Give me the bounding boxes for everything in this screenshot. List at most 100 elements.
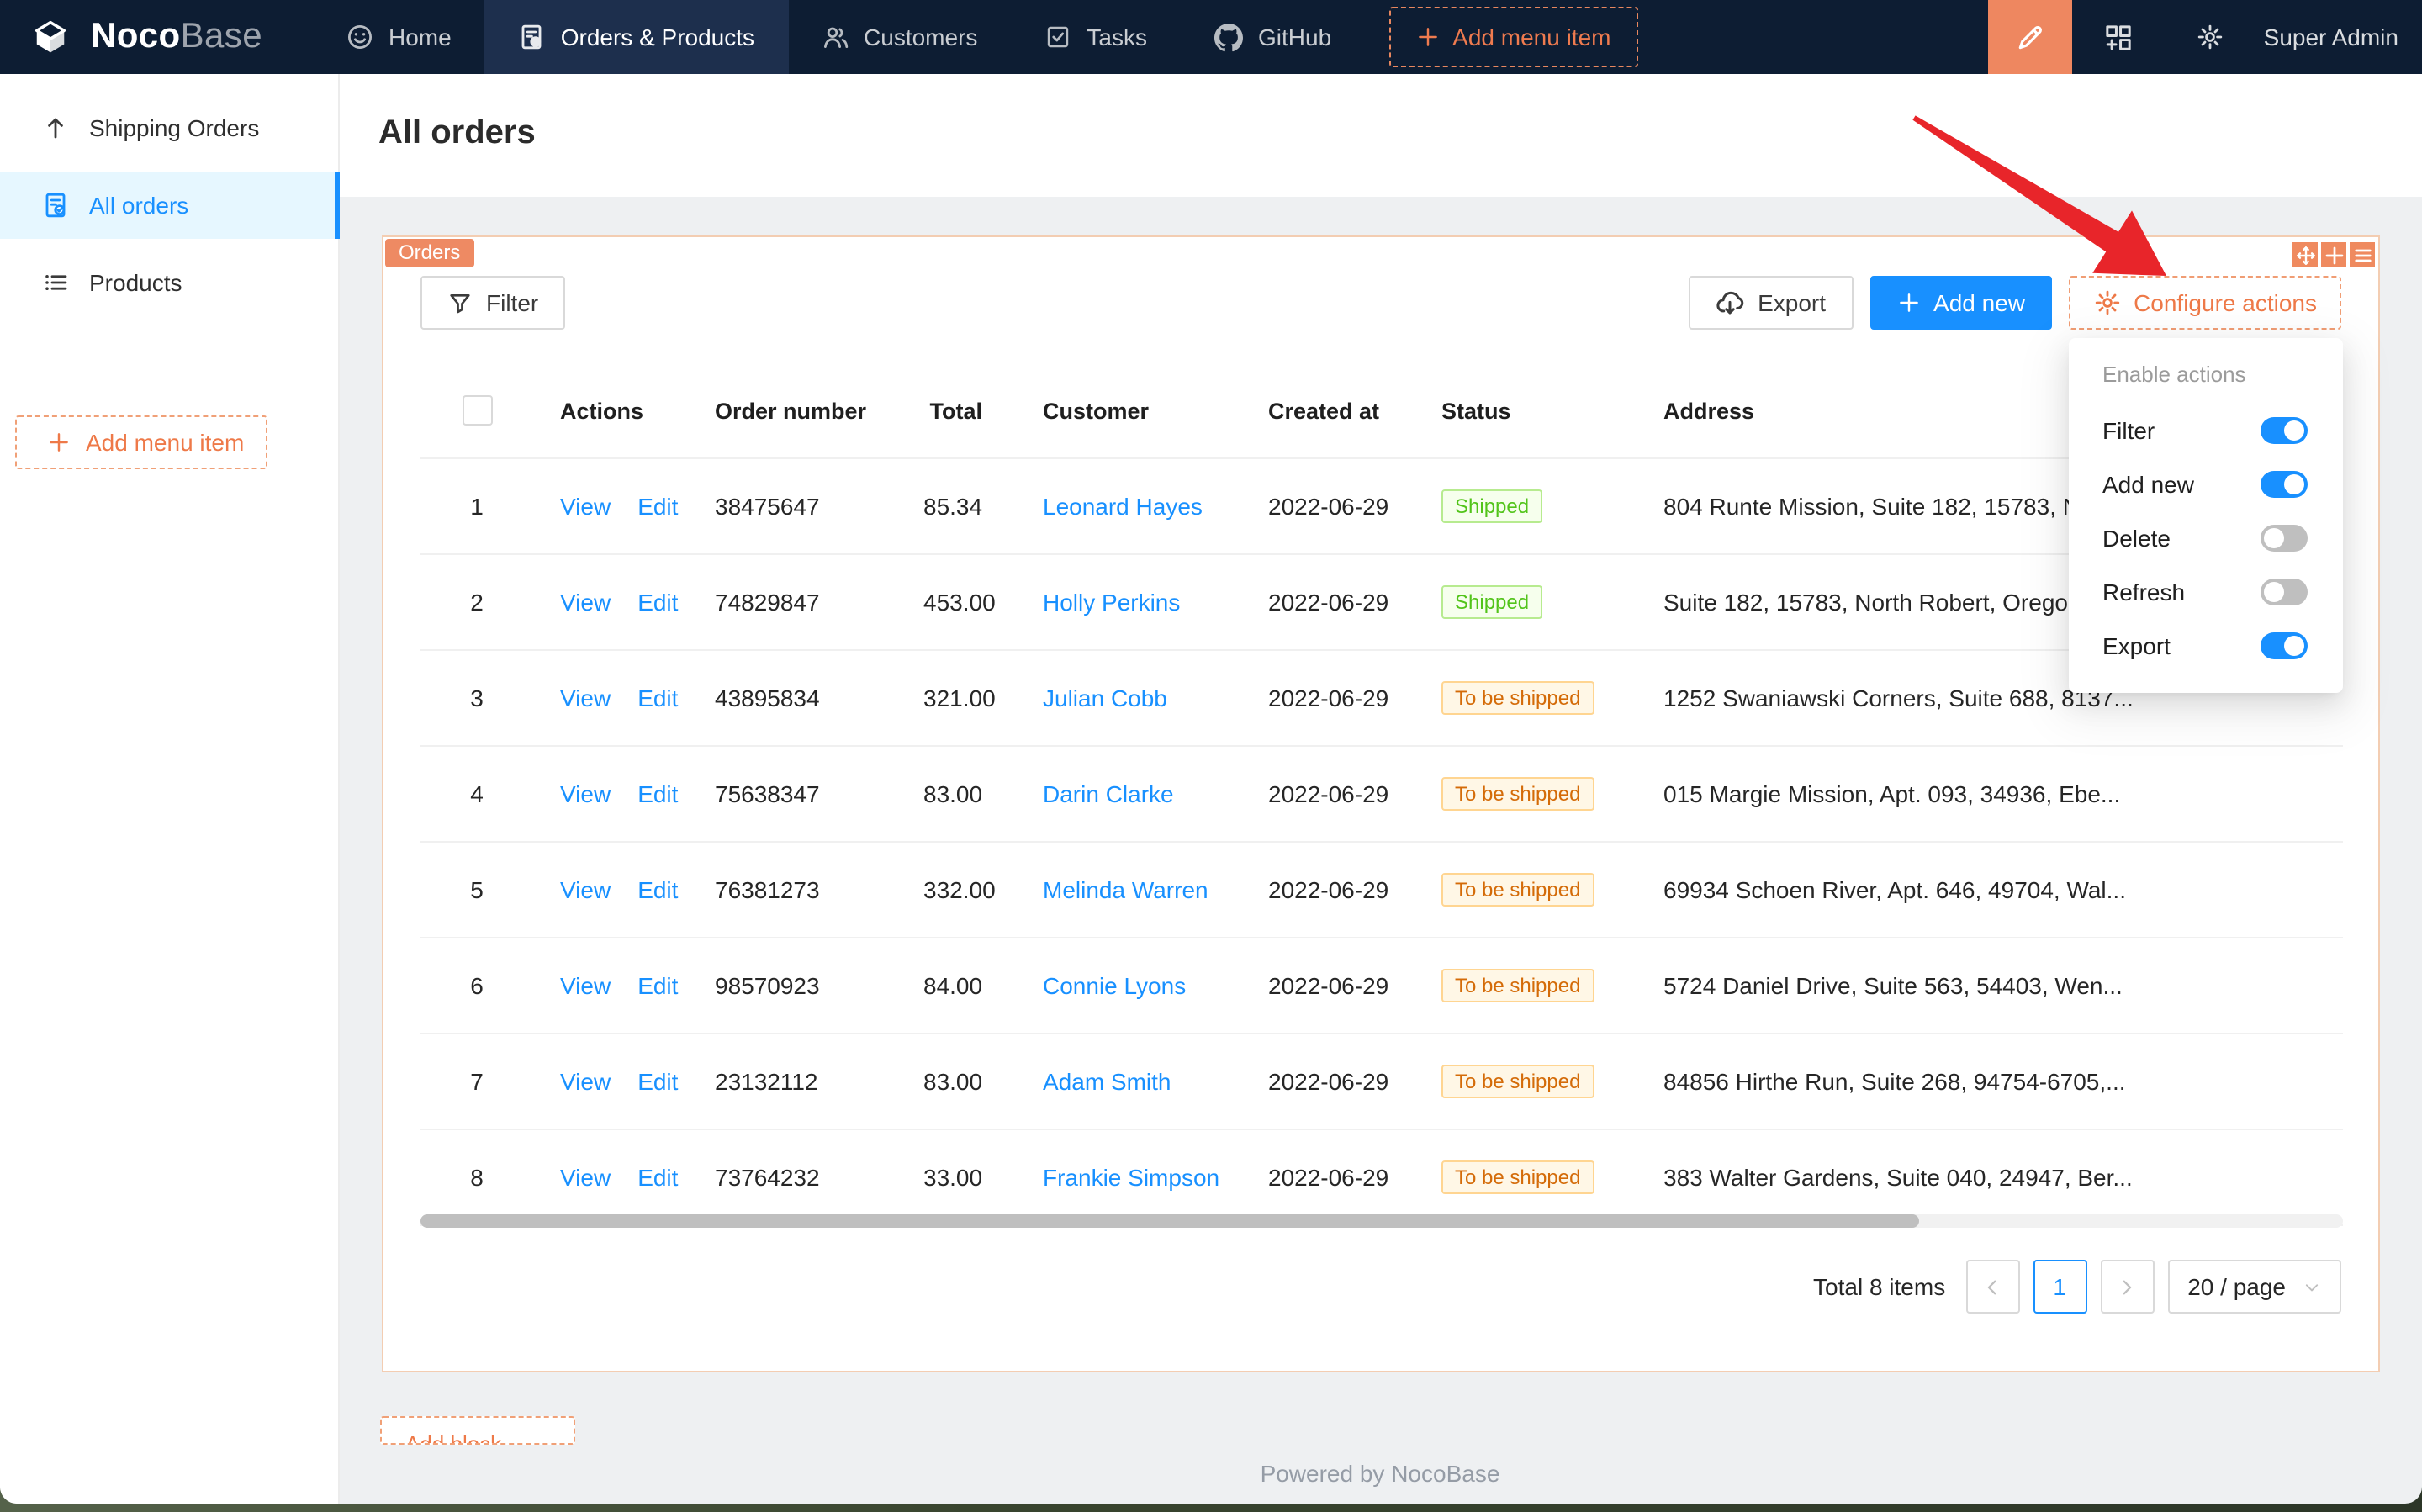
created-at-cell: 2022-06-29	[1241, 493, 1415, 520]
edit-link[interactable]: Edit	[637, 589, 678, 616]
arrow-up-icon	[42, 114, 69, 141]
export-button[interactable]: Export	[1689, 276, 1853, 330]
edit-link[interactable]: Edit	[637, 685, 678, 711]
configure-actions-button[interactable]: Configure actions	[2069, 276, 2341, 330]
column-header-created-at: Created at	[1241, 398, 1415, 423]
row-index: 3	[420, 685, 533, 711]
edit-link[interactable]: Edit	[637, 493, 678, 520]
navbar-menu: HomeOrders & ProductsCustomersTasksGitHu…	[313, 0, 1365, 74]
view-link[interactable]: View	[560, 685, 611, 711]
view-link[interactable]: View	[560, 1164, 611, 1191]
enable-action-label: Add new	[2102, 471, 2194, 498]
sidebar-item-label: All orders	[89, 192, 188, 219]
add-block-icon[interactable]	[2321, 242, 2346, 267]
powered-by-footer: Powered by NocoBase	[338, 1460, 2422, 1487]
customer-cell: Holly Perkins	[1016, 589, 1241, 616]
sidebar-item-shipping-orders[interactable]: Shipping Orders	[0, 94, 338, 161]
toggle-switch[interactable]	[2261, 579, 2308, 605]
row-index: 5	[420, 876, 533, 903]
edit-link[interactable]: Edit	[637, 780, 678, 807]
view-link[interactable]: View	[560, 493, 611, 520]
plugins-button[interactable]	[2072, 0, 2165, 74]
created-at-cell: 2022-06-29	[1241, 780, 1415, 807]
navbar-item-tasks[interactable]: Tasks	[1011, 0, 1181, 74]
toggle-switch[interactable]	[2261, 632, 2308, 659]
horizontal-scrollbar-thumb[interactable]	[420, 1214, 1919, 1228]
navbar-item-home[interactable]: Home	[313, 0, 485, 74]
toggle-switch[interactable]	[2261, 525, 2308, 552]
block-designer-toolbar	[2292, 242, 2375, 267]
add-new-button[interactable]: Add new	[1869, 276, 2052, 330]
block-menu-icon[interactable]	[2350, 242, 2375, 267]
export-button-label: Export	[1758, 289, 1826, 316]
page-size-select[interactable]: 20 / page	[2167, 1260, 2341, 1314]
add-new-button-label: Add new	[1933, 289, 2025, 316]
view-link[interactable]: View	[560, 876, 611, 903]
sidebar-add-menu-item-button[interactable]: Add menu item	[15, 415, 267, 469]
navbar-item-github[interactable]: GitHub	[1181, 0, 1365, 74]
table-row: 7 View Edit 23132112 83.00 Adam Smith 20…	[420, 1034, 2343, 1130]
customer-link[interactable]: Frankie Simpson	[1043, 1164, 1219, 1191]
edit-link[interactable]: Edit	[637, 972, 678, 999]
view-link[interactable]: View	[560, 972, 611, 999]
navbar-item-orders-products[interactable]: Orders & Products	[485, 0, 788, 74]
navbar-item-customers[interactable]: Customers	[788, 0, 1011, 74]
navbar-add-menu-item-button[interactable]: Add menu item	[1388, 7, 1637, 67]
github-icon	[1214, 23, 1243, 51]
ui-editor-button[interactable]	[1988, 0, 2072, 74]
customer-link[interactable]: Leonard Hayes	[1043, 493, 1203, 520]
customer-link[interactable]: Melinda Warren	[1043, 876, 1208, 903]
filter-button[interactable]: Filter	[420, 276, 565, 330]
user-menu[interactable]: Super Admin	[2257, 24, 2422, 50]
app-window: NocoBase HomeOrders & ProductsCustomersT…	[0, 0, 2422, 1504]
total-cell: 84.00	[896, 972, 1016, 999]
table-header-row: ActionsOrder numberTotalCustomerCreated …	[420, 363, 2343, 459]
pagination-page-1[interactable]: 1	[2033, 1260, 2086, 1314]
add-block-button[interactable]: Add block	[380, 1416, 575, 1445]
toggle-switch[interactable]	[2261, 471, 2308, 498]
horizontal-scrollbar-track[interactable]	[420, 1214, 2343, 1228]
address-cell: 69934 Schoen River, Apt. 646, 49704, Wal…	[1637, 876, 2343, 903]
edit-link[interactable]: Edit	[637, 1068, 678, 1095]
logo-text-bold: Noco	[91, 17, 181, 56]
order-number-cell: 74829847	[688, 589, 896, 616]
total-cell: 83.00	[896, 780, 1016, 807]
orders-table: ActionsOrder numberTotalCustomerCreated …	[420, 363, 2343, 1226]
row-actions: View Edit	[533, 972, 688, 999]
table-row: 8 View Edit 73764232 33.00 Frankie Simps…	[420, 1130, 2343, 1226]
settings-button[interactable]	[2165, 0, 2257, 74]
select-all-checkbox[interactable]	[462, 395, 492, 426]
toggle-switch[interactable]	[2261, 417, 2308, 444]
status-cell: Shipped	[1415, 489, 1637, 523]
logo-text-light: Base	[181, 17, 262, 56]
customer-link[interactable]: Holly Perkins	[1043, 589, 1180, 616]
row-index: 4	[420, 780, 533, 807]
sidebar-item-all-orders[interactable]: All orders	[0, 172, 338, 239]
status-badge: Shipped	[1441, 489, 1542, 523]
customer-link[interactable]: Connie Lyons	[1043, 972, 1186, 999]
drag-handle-icon[interactable]	[2292, 242, 2318, 267]
address-cell: 5724 Daniel Drive, Suite 563, 54403, Wen…	[1637, 972, 2343, 999]
order-number-cell: 23132112	[688, 1068, 896, 1095]
sidebar-item-products[interactable]: Products	[0, 249, 338, 316]
customer-cell: Frankie Simpson	[1016, 1164, 1241, 1191]
pagination-next-button[interactable]	[2100, 1260, 2154, 1314]
pagination-prev-button[interactable]	[1965, 1260, 2019, 1314]
dropdown-title: Enable actions	[2069, 355, 2343, 404]
view-link[interactable]: View	[560, 780, 611, 807]
customer-link[interactable]: Darin Clarke	[1043, 780, 1174, 807]
plus-icon	[47, 431, 71, 454]
customer-link[interactable]: Adam Smith	[1043, 1068, 1171, 1095]
customer-cell: Darin Clarke	[1016, 780, 1241, 807]
status-cell: To be shipped	[1415, 969, 1637, 1002]
customer-link[interactable]: Julian Cobb	[1043, 685, 1167, 711]
list-icon	[42, 269, 69, 296]
view-link[interactable]: View	[560, 1068, 611, 1095]
smile-icon	[346, 24, 373, 50]
view-link[interactable]: View	[560, 589, 611, 616]
enable-action-row-add-new: Add new	[2069, 457, 2343, 511]
edit-link[interactable]: Edit	[637, 876, 678, 903]
enable-action-label: Delete	[2102, 525, 2171, 552]
edit-link[interactable]: Edit	[637, 1164, 678, 1191]
total-cell: 332.00	[896, 876, 1016, 903]
